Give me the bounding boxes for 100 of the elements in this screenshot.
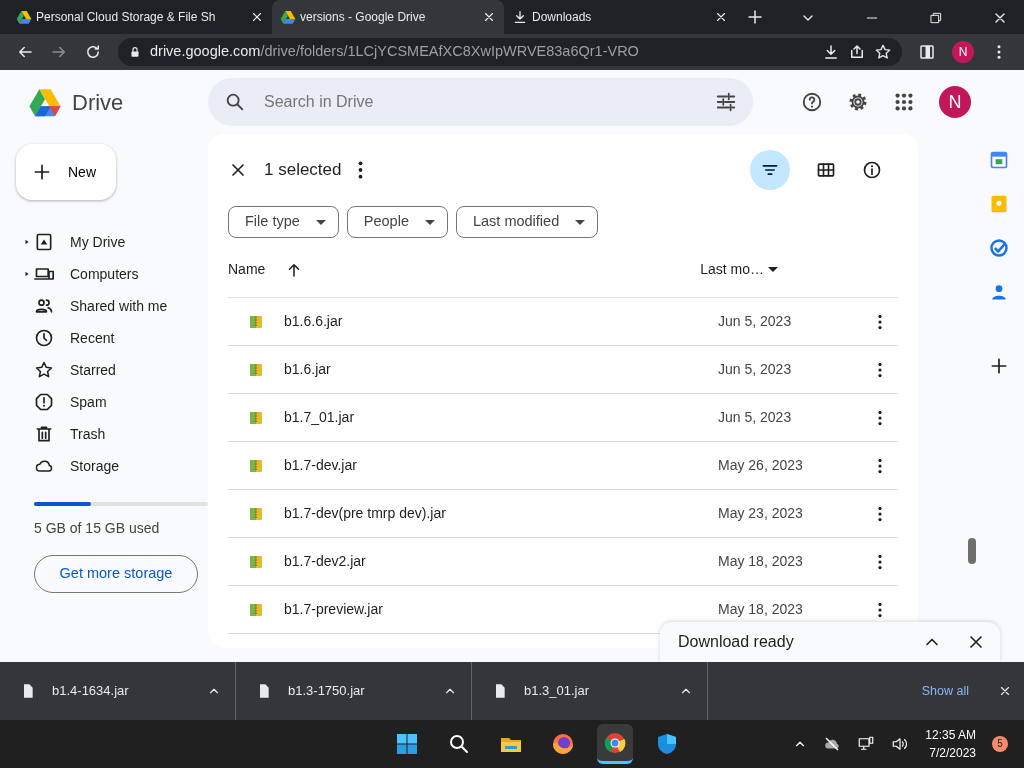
modified-date: May 23, 2023 [718,504,804,523]
file-name: b1.7-dev2.jar [284,552,366,571]
address-bar[interactable]: drive.google.com/drive/folders/1LCjYCSMEAfXC8XwIpWRVE83a6Qr1-VRO [118,38,902,66]
sidebar-item[interactable]: Starred [0,354,208,386]
file-row[interactable]: b1.7-dev.jar May 26, 2023 [228,442,898,490]
notification-title: Download ready [678,632,795,652]
caret-icon [424,219,435,225]
more-icon [878,458,882,475]
bookmark-star-icon[interactable] [874,43,892,61]
install-icon[interactable] [822,43,840,61]
selection-count: 1 selected [264,159,342,182]
shared-icon [34,296,54,316]
file-name: b1.7_01.jar [284,408,355,427]
cloud-off-icon[interactable] [823,735,842,753]
volume-icon[interactable] [891,735,910,753]
new-button[interactable]: New [16,144,116,200]
drive-logo-icon [16,9,32,25]
calendar-icon[interactable] [989,150,1009,170]
mydrive-icon [34,232,54,252]
spam-icon [34,392,54,412]
network-icon[interactable] [857,735,876,753]
close-icon[interactable] [482,10,496,24]
more-icon [878,410,882,427]
sidebar-item[interactable]: My Drive [0,226,208,258]
close-icon[interactable] [250,10,264,24]
contacts-icon[interactable] [989,282,1009,302]
sidebar-item[interactable]: Trash [0,418,208,450]
close-icon[interactable] [998,684,1012,698]
side-panel-icon[interactable] [918,43,936,61]
expand-caret-icon[interactable] [24,238,30,246]
file-name: b1.7-preview.jar [284,600,383,619]
info-icon[interactable] [862,160,882,180]
add-icon[interactable] [989,356,1009,376]
filter-toggle-button[interactable] [750,150,790,190]
reload-icon[interactable] [84,43,102,61]
download-icon [512,9,528,25]
sidebar-item[interactable]: Storage [0,450,208,482]
file-row[interactable]: b1.6.6.jar Jun 5, 2023 [228,298,898,346]
close-icon[interactable] [714,10,728,24]
file-row[interactable]: b1.7_01.jar Jun 5, 2023 [228,394,898,442]
trash-icon [34,424,54,444]
browser-tab[interactable]: Downloads [504,0,736,34]
modified-date: Jun 5, 2023 [718,360,793,379]
url-text: drive.google.com/drive/folders/1LCjYCSMEAfXC8XwIpWRVE83a6Qr1-VRO [150,42,639,62]
caret-icon [768,267,778,272]
search-field[interactable]: Search in Drive [262,89,699,115]
file-name: b1.6.6.jar [284,312,343,331]
settings-icon[interactable] [847,91,869,113]
download-file-name: b1.4-1634.jar [52,682,130,701]
filter-chip[interactable]: People [346,206,448,238]
file-name: b1.7-dev.jar [284,456,357,475]
expand-caret-icon[interactable] [24,270,30,278]
recent-icon [34,328,54,348]
plus-icon [32,162,52,182]
filter-chip[interactable]: Last modified [455,206,599,238]
archive-file-icon [248,409,264,426]
sidebar-item[interactable]: Shared with me [0,290,208,322]
more-icon [878,602,882,619]
grid-view-icon[interactable] [816,160,836,180]
browser-tab[interactable]: versions - Google Drive [272,0,504,34]
restore-icon[interactable] [928,10,944,26]
archive-file-icon [248,361,264,378]
sidebar-item[interactable]: Recent [0,322,208,354]
sidebar-item[interactable]: Computers [0,258,208,290]
scrollbar-thumb[interactable] [968,538,976,564]
apps-icon[interactable] [893,91,915,113]
column-header[interactable]: Last mo… [700,259,778,280]
new-tab-icon[interactable] [746,8,764,26]
archive-file-icon [248,457,264,474]
search-bar[interactable]: Search in Drive [208,78,753,126]
clock[interactable]: 12:35 AM 7/2/2023 [925,726,976,762]
file-row[interactable]: b1.7-dev(pre tmrp dev).jar May 23, 2023 [228,490,898,538]
more-icon [878,554,882,571]
starred-icon [34,360,54,380]
shield-icon [655,732,679,756]
caret-icon [315,219,326,225]
caret-icon [575,219,586,225]
account-avatar[interactable]: N [939,86,971,118]
tasks-icon[interactable] [989,238,1009,258]
download-file-name: b1.3_01.jar [524,682,591,701]
file-row[interactable]: b1.6.jar Jun 5, 2023 [228,346,898,394]
filter-chip[interactable]: File type [228,206,339,238]
browser-tab[interactable]: Personal Cloud Storage & File Sh [8,0,272,34]
notification-count[interactable]: 5 [992,736,1008,752]
file-row[interactable]: b1.7-dev2.jar May 18, 2023 [228,538,898,586]
more-icon [878,314,882,331]
column-header[interactable]: Name [228,259,266,280]
storage-usage-text: 5 GB of 15 GB used [34,519,161,538]
sidebar-item[interactable]: Spam [0,386,208,418]
help-icon[interactable] [801,91,823,113]
archive-file-icon [248,553,264,570]
search-icon [224,91,246,113]
app-title: Drive [72,88,124,117]
share-icon[interactable] [848,43,866,61]
filter-options-icon[interactable] [715,91,737,113]
more-icon[interactable] [357,161,363,179]
profile-avatar[interactable]: N [952,41,974,63]
show-all-link[interactable]: Show all [920,680,970,702]
search-icon [447,732,471,756]
chrome-taskbar-button[interactable] [597,724,633,764]
